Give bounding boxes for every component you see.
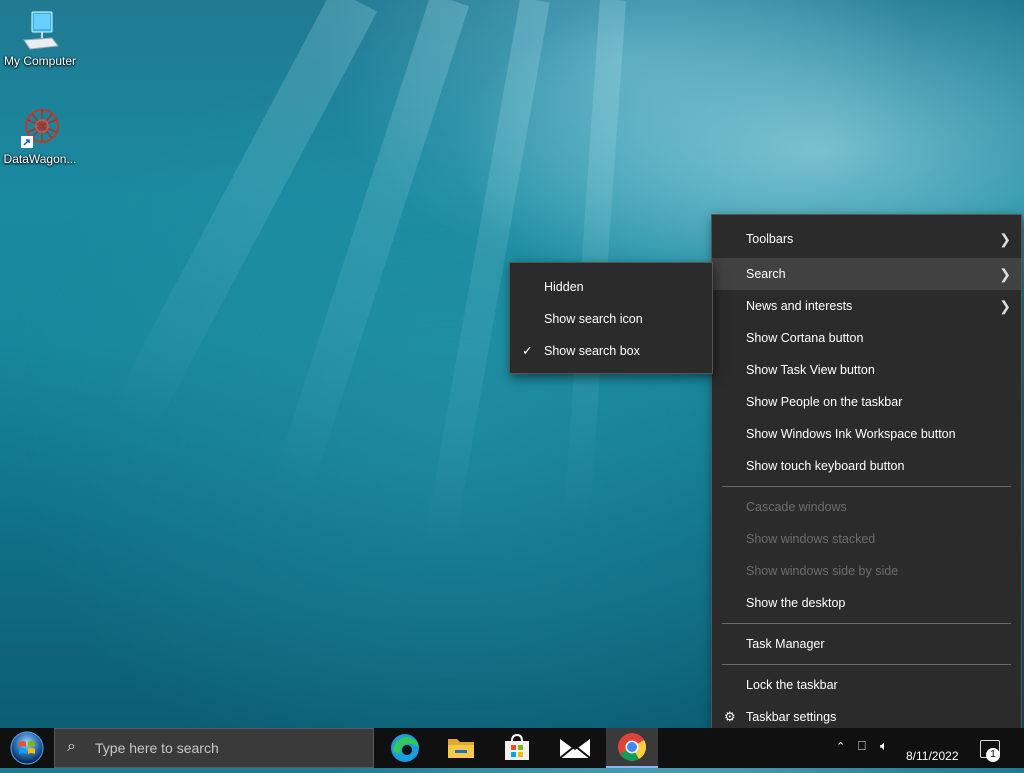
chevron-right-icon: ❯ (999, 266, 1011, 282)
submenu-item-show-search-box[interactable]: ✓ Show search box (510, 335, 712, 367)
chevron-right-icon: ❯ (999, 298, 1011, 314)
desktop-icon-my-computer[interactable]: My Computer (0, 8, 80, 68)
menu-item-label: Show touch keyboard button (746, 459, 905, 473)
menu-item-label: Lock the taskbar (746, 678, 838, 692)
checkmark-icon: ✓ (522, 343, 533, 358)
windows-orb-icon (10, 731, 44, 765)
taskbar-search-box[interactable]: ⌕ Type here to search (54, 728, 374, 768)
menu-item-show-touch-keyboard[interactable]: Show touch keyboard button (712, 450, 1021, 482)
menu-item-label: Taskbar settings (746, 710, 837, 724)
menu-item-label: News and interests (746, 299, 853, 313)
menu-item-label: Toolbars (746, 232, 794, 246)
menu-item-label: Show Windows Ink Workspace button (746, 427, 956, 441)
datawagon-icon (18, 106, 62, 150)
menu-item-show-task-view-button[interactable]: Show Task View button (712, 354, 1021, 386)
menu-item-label: Show Task View button (746, 363, 875, 377)
menu-item-label: Show Cortana button (746, 331, 864, 345)
taskbar-context-menu: Toolbars ❯ Search ❯ News and interests ❯… (711, 214, 1022, 744)
search-submenu: Hidden Show search icon ✓ Show search bo… (509, 262, 713, 374)
menu-item-label: Task Manager (746, 637, 825, 651)
computer-icon (18, 8, 62, 52)
taskbar-app-chrome[interactable] (606, 728, 658, 768)
store-icon (505, 733, 529, 760)
mail-icon (559, 739, 591, 759)
taskbar: ⌕ Type here to search ⌃ ⎕ 🔈︎ 8/11/2022 1 (0, 728, 1024, 768)
menu-item-news-and-interests[interactable]: News and interests ❯ (712, 290, 1021, 322)
menu-item-show-desktop[interactable]: Show the desktop (712, 587, 1021, 619)
menu-item-cascade-windows: Cascade windows (712, 491, 1021, 523)
submenu-item-label: Show search icon (544, 312, 643, 326)
taskbar-app-mail[interactable] (549, 728, 601, 768)
menu-item-label: Show windows stacked (746, 532, 876, 546)
menu-item-lock-taskbar[interactable]: Lock the taskbar (712, 669, 1021, 701)
taskbar-app-store[interactable] (491, 728, 543, 768)
chevron-up-icon[interactable]: ⌃ (836, 740, 845, 753)
submenu-item-show-search-icon[interactable]: Show search icon (510, 303, 712, 335)
system-tray: ⌃ ⎕ 🔈︎ 8/11/2022 1 (830, 728, 1024, 768)
submenu-item-label: Show search box (544, 344, 640, 358)
desktop-icon-label: My Computer (3, 54, 77, 68)
desktop-icon-label: DataWagon... (3, 152, 77, 166)
chevron-right-icon: ❯ (999, 231, 1011, 247)
menu-item-search[interactable]: Search ❯ (712, 258, 1021, 290)
edge-icon (391, 734, 419, 762)
taskbar-app-file-explorer[interactable] (435, 728, 487, 768)
submenu-item-hidden[interactable]: Hidden (510, 271, 712, 303)
menu-separator (722, 623, 1011, 624)
volume-icon[interactable]: 🔈︎ (880, 738, 888, 754)
clock-date[interactable]: 8/11/2022 (906, 749, 959, 763)
submenu-item-label: Hidden (544, 280, 584, 294)
notification-count-badge: 1 (986, 748, 1000, 762)
menu-item-show-people[interactable]: Show People on the taskbar (712, 386, 1021, 418)
chrome-icon (618, 733, 646, 761)
search-placeholder: Type here to search (95, 740, 219, 756)
search-icon: ⌕ (67, 738, 76, 755)
file-explorer-icon (448, 739, 474, 758)
menu-item-windows-side-by-side: Show windows side by side (712, 555, 1021, 587)
network-icon[interactable]: ⎕ (858, 738, 866, 754)
start-button[interactable] (0, 728, 54, 768)
menu-item-toolbars[interactable]: Toolbars ❯ (712, 223, 1021, 255)
menu-item-label: Search (746, 267, 786, 281)
menu-item-windows-stacked: Show windows stacked (712, 523, 1021, 555)
menu-item-show-windows-ink[interactable]: Show Windows Ink Workspace button (712, 418, 1021, 450)
menu-separator (722, 486, 1011, 487)
desktop-icon-datawagon[interactable]: DataWagon... (0, 106, 80, 166)
menu-item-label: Show People on the taskbar (746, 395, 903, 409)
menu-separator (722, 664, 1011, 665)
menu-item-label: Cascade windows (746, 500, 847, 514)
menu-item-show-cortana-button[interactable]: Show Cortana button (712, 322, 1021, 354)
menu-item-label: Show windows side by side (746, 564, 899, 578)
taskbar-app-edge[interactable] (379, 728, 431, 768)
menu-item-label: Show the desktop (746, 596, 846, 610)
menu-separator (722, 256, 1011, 257)
menu-item-task-manager[interactable]: Task Manager (712, 628, 1021, 660)
